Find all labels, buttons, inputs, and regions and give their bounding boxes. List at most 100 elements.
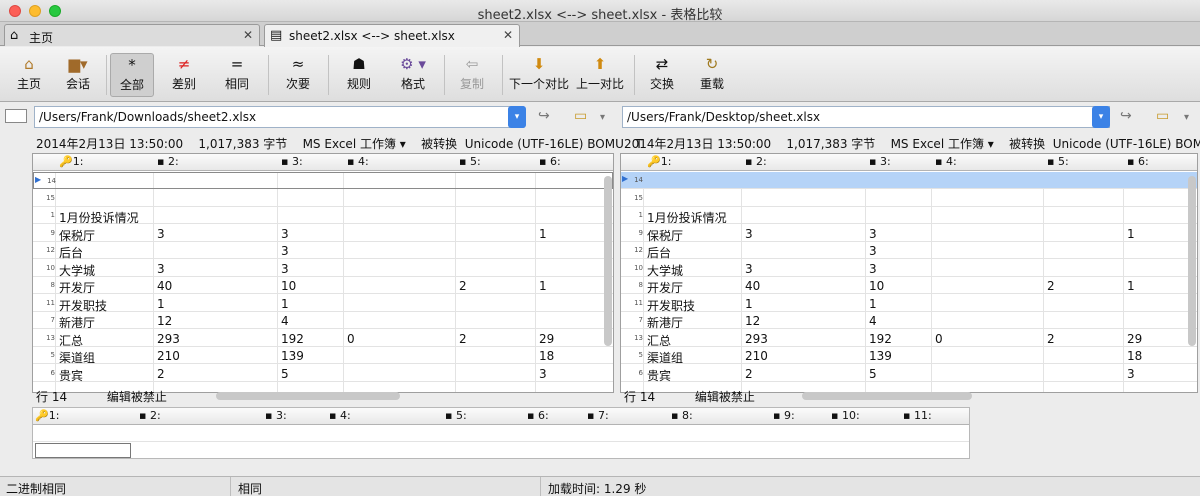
table-cell[interactable]: 1 <box>1127 227 1135 241</box>
right-refresh-icon[interactable]: ↪ <box>1120 108 1132 124</box>
detail-column-header-5[interactable]: ▪ 5: <box>445 409 467 422</box>
right-column-header-1[interactable]: 🔑1: <box>647 155 671 168</box>
table-cell[interactable]: 210 <box>745 349 768 363</box>
table-row[interactable]: 15 <box>33 190 613 207</box>
table-row[interactable]: 1 1月份投诉情况 <box>621 207 1197 225</box>
table-cell[interactable]: 2 <box>1047 279 1055 293</box>
left-grid-pane[interactable]: 🔑1: ▪ 2: ▪ 3: ▪ 4: ▪ 5: ▪ 6: ▶ 14 15 1 1月份投诉情况 9 保税厅… <box>32 153 614 393</box>
table-row[interactable]: 10 大学城 3 3 <box>621 260 1197 278</box>
right-grid-pane[interactable]: 🔑1: ▪ 2: ▪ 3: ▪ 4: ▪ 5: ▪ 6: ▶ 14 15 1 1月份投诉情况 9 保税厅… <box>620 153 1198 393</box>
table-row[interactable]: 11 开发职技 1 1 <box>621 295 1197 314</box>
table-cell[interactable]: 10 <box>869 279 884 293</box>
right-path-input[interactable]: /Users/Frank/Desktop/sheet.xlsx <box>622 106 1110 128</box>
left-column-header-3[interactable]: ▪ 3: <box>281 155 303 168</box>
table-cell[interactable]: 汇总 <box>59 332 83 349</box>
table-cell[interactable]: 新港厅 <box>647 314 683 331</box>
detail-column-header-7[interactable]: ▪ 7: <box>587 409 609 422</box>
table-cell[interactable]: 3 <box>1127 367 1135 381</box>
table-cell[interactable]: 开发职技 <box>647 297 695 314</box>
table-cell[interactable]: 40 <box>745 279 760 293</box>
detail-grid[interactable]: 🔑1: ▪ 2: ▪ 3: ▪ 4: ▪ 5: ▪ 6: ▪ 7: ▪ 8: ▪ 9: ▪ 10:… <box>32 407 970 459</box>
table-cell[interactable]: 4 <box>281 314 289 328</box>
view-all-button[interactable]: * 全部 <box>110 53 154 97</box>
table-cell[interactable]: 1 <box>539 279 547 293</box>
detail-column-header-3[interactable]: ▪ 3: <box>265 409 287 422</box>
home-button[interactable]: ⌂ 主页 <box>8 53 50 97</box>
table-cell[interactable]: 1 <box>281 297 289 311</box>
right-column-header-5[interactable]: ▪ 5: <box>1047 155 1069 168</box>
table-row[interactable]: 1 1月份投诉情况 <box>33 207 613 226</box>
table-cell[interactable]: 保税厅 <box>59 227 95 244</box>
table-cell[interactable]: 3 <box>281 262 289 276</box>
table-cell[interactable]: 210 <box>157 349 180 363</box>
table-row[interactable]: 10 大学城 3 3 <box>33 260 613 278</box>
table-cell[interactable]: 1 <box>539 227 547 241</box>
table-row[interactable]: 8 开发厅 40 10 2 1 <box>621 277 1197 295</box>
table-cell[interactable]: 192 <box>281 332 304 346</box>
table-cell[interactable]: 3 <box>745 262 753 276</box>
table-cell[interactable]: 新港厅 <box>59 314 95 331</box>
close-tab-icon[interactable]: ✕ <box>503 28 513 42</box>
table-cell[interactable]: 29 <box>1127 332 1142 346</box>
table-cell[interactable]: 3 <box>869 227 877 241</box>
table-cell[interactable]: 后台 <box>647 244 671 261</box>
table-cell[interactable]: 3 <box>281 227 289 241</box>
table-cell[interactable]: 0 <box>935 332 943 346</box>
table-cell[interactable]: 293 <box>157 332 180 346</box>
table-cell[interactable]: 3 <box>281 244 289 258</box>
table-cell[interactable]: 2 <box>157 367 165 381</box>
left-folder-dropdown-icon[interactable]: ▾ <box>600 112 605 123</box>
right-horizontal-scrollbar[interactable] <box>802 392 972 400</box>
detail-cell-selection[interactable] <box>35 443 131 458</box>
table-cell[interactable]: 保税厅 <box>647 227 683 244</box>
table-row[interactable]: ▶ 14 <box>621 172 1197 189</box>
table-cell[interactable]: 汇总 <box>647 332 671 349</box>
right-folder-dropdown-icon[interactable]: ▾ <box>1184 112 1189 123</box>
detail-column-header-6[interactable]: ▪ 6: <box>527 409 549 422</box>
table-row[interactable]: 12 后台 3 <box>621 242 1197 261</box>
detail-column-header-8[interactable]: ▪ 8: <box>671 409 693 422</box>
left-horizontal-scrollbar[interactable] <box>216 392 400 400</box>
swap-button[interactable]: ⇄ 交换 <box>640 53 684 97</box>
right-column-header-6[interactable]: ▪ 6: <box>1127 155 1149 168</box>
table-row[interactable]: 6 贵宾 2 5 3 <box>621 365 1197 383</box>
table-cell[interactable]: 3 <box>157 227 165 241</box>
table-cell[interactable]: 10 <box>281 279 296 293</box>
detail-column-header-10[interactable]: ▪ 10: <box>831 409 860 422</box>
table-cell[interactable]: 139 <box>869 349 892 363</box>
right-path-dropdown[interactable]: ▾ <box>1092 106 1110 128</box>
left-column-header-6[interactable]: ▪ 6: <box>539 155 561 168</box>
table-cell[interactable]: 3 <box>869 262 877 276</box>
table-row[interactable]: 7 新港厅 12 4 <box>33 312 613 331</box>
table-cell[interactable]: 开发职技 <box>59 297 107 314</box>
table-cell[interactable]: 139 <box>281 349 304 363</box>
table-row[interactable]: 11 开发职技 1 1 <box>33 295 613 314</box>
right-column-header-4[interactable]: ▪ 4: <box>935 155 957 168</box>
view-minor-button[interactable]: ≈ 次要 <box>276 53 320 97</box>
table-cell[interactable]: 贵宾 <box>59 367 83 384</box>
left-path-dropdown[interactable]: ▾ <box>508 106 526 128</box>
table-row[interactable]: 6 贵宾 2 5 3 <box>33 365 613 384</box>
table-cell[interactable]: 2 <box>459 332 467 346</box>
table-cell[interactable]: 40 <box>157 279 172 293</box>
table-cell[interactable]: 2 <box>459 279 467 293</box>
table-cell[interactable]: 1月份投诉情况 <box>59 209 139 226</box>
table-cell[interactable]: 2 <box>1047 332 1055 346</box>
detail-column-header-1[interactable]: 🔑1: <box>35 409 59 422</box>
close-tab-icon[interactable]: ✕ <box>243 28 253 42</box>
table-row[interactable]: ▶ 14 <box>33 172 613 189</box>
table-row[interactable]: 5 渠道组 210 139 18 <box>621 347 1197 365</box>
detail-column-header-4[interactable]: ▪ 4: <box>329 409 351 422</box>
table-cell[interactable]: 18 <box>1127 349 1142 363</box>
table-cell[interactable]: 3 <box>869 244 877 258</box>
table-cell[interactable]: 4 <box>869 314 877 328</box>
reload-button[interactable]: ↻ 重载 <box>690 53 734 97</box>
table-cell[interactable]: 2 <box>745 367 753 381</box>
right-format-select[interactable]: MS Excel 工作簿 ▾ <box>891 137 994 151</box>
table-cell[interactable]: 18 <box>539 349 554 363</box>
table-row[interactable]: 13 汇总 293 192 0 2 29 <box>33 330 613 349</box>
left-format-select[interactable]: MS Excel 工作簿 ▾ <box>303 137 406 151</box>
right-column-header-3[interactable]: ▪ 3: <box>869 155 891 168</box>
format-button[interactable]: ⚙ ▾ 格式 <box>388 53 438 97</box>
detail-column-header-9[interactable]: ▪ 9: <box>773 409 795 422</box>
